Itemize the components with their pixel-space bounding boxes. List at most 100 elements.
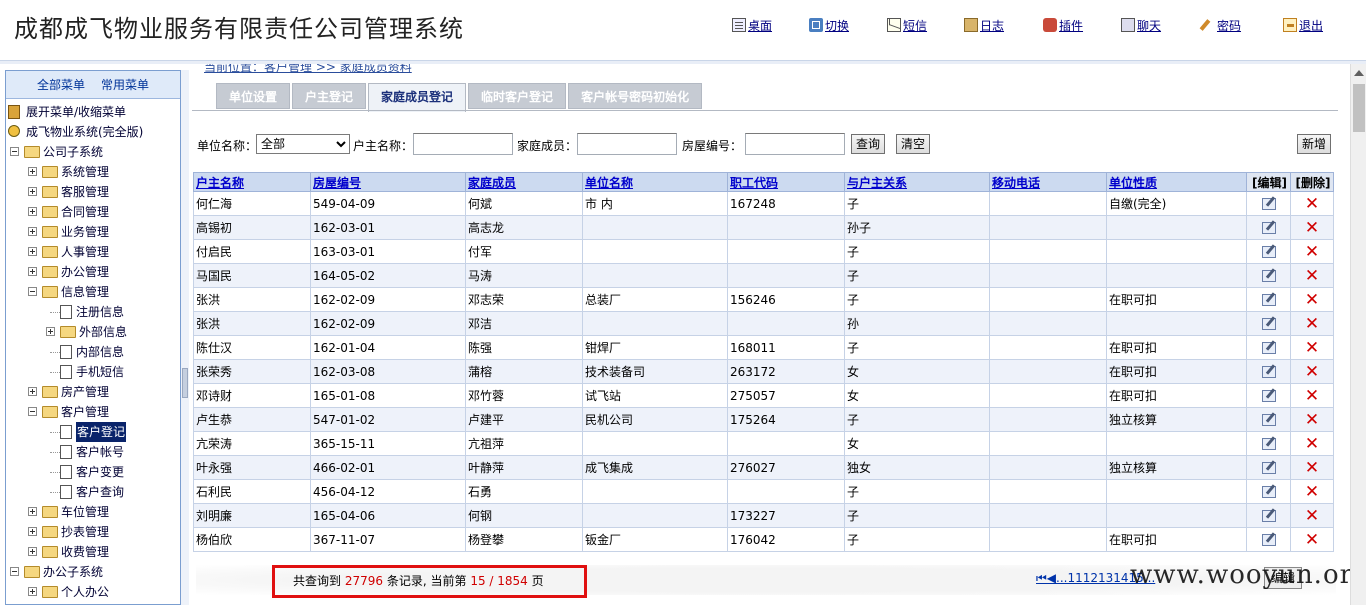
tree-item[interactable]: 业务管理 <box>6 222 180 242</box>
nav-log-link[interactable]: 日志 <box>964 14 1004 36</box>
tree-item[interactable]: 客户帐号 <box>6 442 180 462</box>
expand-icon[interactable] <box>28 507 37 516</box>
owner-name-input[interactable] <box>413 133 513 155</box>
table-row[interactable]: 张荣秀 162-03-08 蒲榕 技术装备司 263172 女 在职可扣 ✕ <box>193 359 1334 384</box>
delete-icon[interactable]: ✕ <box>1305 483 1319 500</box>
vertical-scrollbar[interactable] <box>1350 64 1366 605</box>
edit-icon[interactable] <box>1261 342 1276 354</box>
tree-item[interactable]: 公司子系统 <box>6 142 180 162</box>
expand-icon[interactable] <box>28 387 37 396</box>
tree-item-label[interactable]: 内部信息 <box>76 342 124 362</box>
tree-item-label[interactable]: 客户管理 <box>61 402 109 422</box>
table-row[interactable]: 卢生恭 547-01-02 卢建平 民机公司 175264 子 独立核算 ✕ <box>193 407 1334 432</box>
tree-item[interactable]: 客户管理 <box>6 402 180 422</box>
nav-desktop-link[interactable]: 桌面 <box>732 14 772 36</box>
edit-icon[interactable] <box>1261 510 1276 522</box>
tree-item-label[interactable]: 收费管理 <box>61 542 109 562</box>
tab-owner-registration[interactable]: 户主登记 <box>292 83 367 109</box>
delete-icon[interactable]: ✕ <box>1305 243 1319 260</box>
column-header[interactable]: 移动电话 <box>989 172 1107 192</box>
edit-icon[interactable] <box>1261 246 1276 258</box>
edit-icon[interactable] <box>1261 198 1276 210</box>
expand-icon[interactable] <box>46 327 55 336</box>
delete-icon[interactable]: ✕ <box>1305 387 1319 404</box>
tree-item-label[interactable]: 客户查询 <box>76 482 124 502</box>
clear-button[interactable]: 清空 <box>896 134 931 154</box>
expand-icon[interactable] <box>28 187 37 196</box>
table-row[interactable]: 石利民 456-04-12 石勇 子 ✕ <box>193 479 1334 504</box>
tree-item[interactable]: 信息管理 <box>6 282 180 302</box>
nav-plugin-link[interactable]: 插件 <box>1043 14 1083 36</box>
tree-item[interactable]: 外部信息 <box>6 322 180 342</box>
tab-unit-settings[interactable]: 单位设置 <box>216 83 291 109</box>
collapse-icon[interactable] <box>10 147 19 156</box>
query-button[interactable]: 查询 <box>851 134 886 154</box>
collapse-icon[interactable] <box>10 567 19 576</box>
tab-family-member-registration[interactable]: 家庭成员登记 <box>368 83 467 112</box>
add-button[interactable]: 新增 <box>1297 134 1332 154</box>
delete-icon[interactable]: ✕ <box>1305 363 1319 380</box>
table-row[interactable]: 杨伯欣 367-11-07 杨登攀 钣金厂 176042 子 在职可扣 ✕ <box>193 527 1334 552</box>
tree-item-label[interactable]: 展开菜单/收缩菜单 <box>26 102 126 122</box>
collapse-icon[interactable] <box>28 407 37 416</box>
sidebar-tab-favorites[interactable]: 常用菜单 <box>101 76 149 93</box>
tree-item-label[interactable]: 房产管理 <box>61 382 109 402</box>
edit-icon[interactable] <box>1261 270 1276 282</box>
breadcrumb[interactable]: 当前位置：客户管理 >> 家庭成员资料 <box>204 64 412 75</box>
tree-item[interactable]: 房产管理 <box>6 382 180 402</box>
delete-icon[interactable]: ✕ <box>1305 291 1319 308</box>
nav-key-link[interactable]: 密码 <box>1201 14 1241 36</box>
expand-icon[interactable] <box>28 527 37 536</box>
tree-item-label[interactable]: 信息管理 <box>61 282 109 302</box>
tab-account-password-reset[interactable]: 客户帐号密码初始化 <box>568 83 703 109</box>
table-row[interactable]: 付启民 163-03-01 付军 子 ✕ <box>193 239 1334 264</box>
tree-item-label[interactable]: 客户登记 <box>76 422 127 442</box>
expand-icon[interactable] <box>28 227 37 236</box>
column-header[interactable]: 房屋编号 <box>310 172 466 192</box>
delete-icon[interactable]: ✕ <box>1305 315 1319 332</box>
table-row[interactable]: 何仁海 549-04-09 何斌市 内 167248 子 自缴(完全) ✕ <box>193 191 1334 216</box>
expand-icon[interactable] <box>28 267 37 276</box>
table-row[interactable]: 马国民 164-05-02 马涛 子 ✕ <box>193 263 1334 288</box>
tree-item[interactable]: 办公管理 <box>6 262 180 282</box>
expand-icon[interactable] <box>28 207 37 216</box>
edit-icon[interactable] <box>1261 414 1276 426</box>
delete-icon[interactable]: ✕ <box>1305 339 1319 356</box>
tab-temp-customer-registration[interactable]: 临时客户登记 <box>468 83 567 109</box>
edit-icon[interactable] <box>1261 486 1276 498</box>
collapse-icon[interactable] <box>28 287 37 296</box>
table-row[interactable]: 邓诗财 165-01-08 邓竹蓉 试飞站 275057 女 在职可扣 ✕ <box>193 383 1334 408</box>
table-row[interactable]: 陈仕汉 162-01-04 陈强 钳焊厂 168011 子 在职可扣 ✕ <box>193 335 1334 360</box>
column-header[interactable]: 单位名称 <box>582 172 728 192</box>
edit-icon[interactable] <box>1261 438 1276 450</box>
delete-icon[interactable]: ✕ <box>1305 267 1319 284</box>
nav-sms-link[interactable]: 短信 <box>887 14 927 36</box>
nav-exit-link[interactable]: 退出 <box>1283 14 1323 36</box>
tree-item[interactable]: 客户查询 <box>6 482 180 502</box>
tree-item-label[interactable]: 系统管理 <box>61 162 109 182</box>
tree-item[interactable]: 展开菜单/收缩菜单 <box>6 102 180 122</box>
tree-item-label[interactable]: 车位管理 <box>61 502 109 522</box>
edit-icon[interactable] <box>1261 318 1276 330</box>
tree-item[interactable]: 抄表管理 <box>6 522 180 542</box>
expand-icon[interactable] <box>28 587 37 596</box>
tree-item-label[interactable]: 合同管理 <box>61 202 109 222</box>
tree-item-label[interactable]: 客服管理 <box>61 182 109 202</box>
edit-icon[interactable] <box>1261 534 1276 546</box>
expand-icon[interactable] <box>28 167 37 176</box>
edit-icon[interactable] <box>1261 366 1276 378</box>
tree-item-label[interactable]: 客户帐号 <box>76 442 124 462</box>
tree-item-label[interactable]: 成飞物业系统(完全版) <box>26 122 143 142</box>
family-member-input[interactable] <box>577 133 677 155</box>
column-header[interactable]: 职工代码 <box>727 172 845 192</box>
house-number-input[interactable] <box>745 133 845 155</box>
scroll-up-icon[interactable] <box>1354 70 1364 76</box>
tree-item[interactable]: 客服管理 <box>6 182 180 202</box>
column-header[interactable]: 单位性质 <box>1106 172 1247 192</box>
tree-item-label[interactable]: 手机短信 <box>76 362 124 382</box>
tree-item-label[interactable]: 注册信息 <box>76 302 124 322</box>
tree-item-label[interactable]: 办公子系统 <box>43 562 103 582</box>
tree-item-label[interactable]: 抄表管理 <box>61 522 109 542</box>
tree-item-label[interactable]: 个人办公 <box>61 582 109 602</box>
tree-item[interactable]: 客户登记 <box>6 422 180 442</box>
